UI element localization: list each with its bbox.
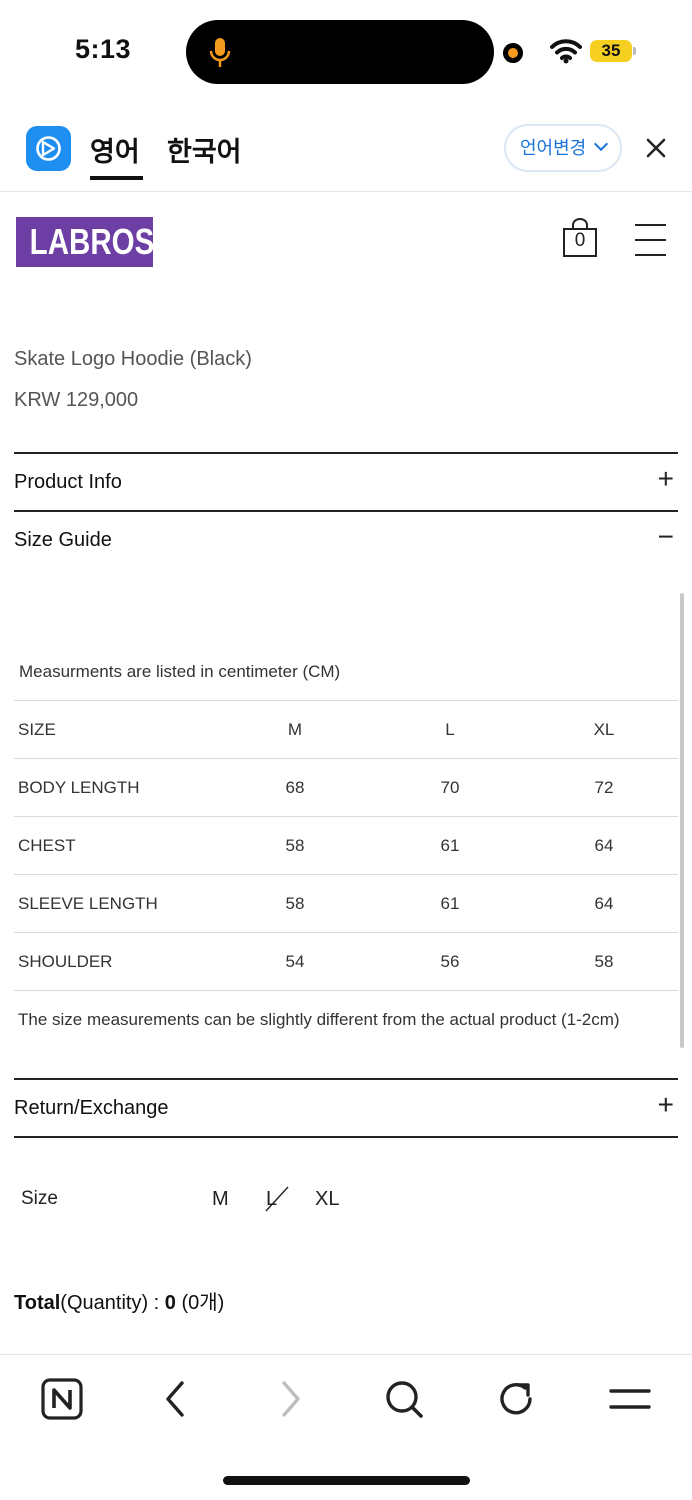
collapse-icon[interactable]: − [658, 523, 674, 551]
table-cell: 54 [220, 932, 370, 991]
change-language-button[interactable]: 언어변경 [504, 124, 622, 172]
table-header-cell: L [370, 700, 530, 759]
table-row: SHOULDER 54 56 58 [14, 932, 678, 991]
table-cell: 68 [220, 758, 370, 817]
forward-icon[interactable] [268, 1377, 312, 1421]
table-header-cell: SIZE [14, 700, 220, 759]
table-cell: BODY LENGTH [14, 758, 220, 817]
table-cell: SLEEVE LENGTH [14, 874, 220, 933]
cart-count: 0 [574, 230, 586, 251]
total-quantity-korean: (0개) [175, 1292, 225, 1314]
table-row: CHEST 58 61 64 [14, 816, 678, 875]
table-cell: 72 [530, 758, 678, 817]
translator-logo-icon [26, 126, 71, 171]
table-cell: 70 [370, 758, 530, 817]
total-label-rest: (Quantity) : [60, 1292, 165, 1314]
site-logo[interactable]: LABROS [16, 217, 154, 267]
scrollbar[interactable] [680, 593, 684, 1048]
table-cell: 56 [370, 932, 530, 991]
total-quantity: Total(Quantity) : 0 (0개) [14, 1286, 224, 1315]
tab-korean[interactable]: 한국어 [167, 130, 242, 169]
total-quantity-value: 0 [164, 1292, 176, 1314]
divider [14, 1136, 678, 1138]
table-cell: 58 [220, 874, 370, 933]
size-table: SIZE M L XL BODY LENGTH 68 70 72 CHEST 5… [14, 700, 678, 991]
table-header-cell: M [220, 700, 370, 759]
return-exchange-section[interactable]: Return/Exchange + [14, 1079, 678, 1137]
tab-english[interactable]: 영어 [90, 130, 140, 169]
menu-icon[interactable] [608, 1377, 652, 1421]
size-option-m[interactable]: M [212, 1188, 229, 1211]
size-option-xl[interactable]: XL [315, 1188, 339, 1211]
product-price: KRW 129,000 [14, 389, 139, 411]
table-cell: 58 [220, 816, 370, 875]
table-header-row: SIZE M L XL [14, 700, 678, 759]
chevron-down-icon [593, 136, 609, 152]
size-option-label: Size [21, 1188, 58, 1209]
table-cell: 58 [530, 932, 678, 991]
table-row: BODY LENGTH 68 70 72 [14, 758, 678, 817]
size-guide-section[interactable]: Size Guide − [14, 511, 678, 569]
status-time: 5:13 [75, 34, 132, 64]
home-indicator[interactable] [223, 1476, 470, 1485]
back-icon[interactable] [154, 1377, 198, 1421]
change-language-label: 언어변경 [520, 138, 587, 158]
total-label: Total [14, 1292, 61, 1314]
table-cell: 61 [370, 816, 530, 875]
hamburger-menu-icon[interactable] [635, 222, 666, 258]
product-info-title: Product Info [14, 471, 122, 493]
status-bar: 5:13 35 [0, 0, 692, 100]
refresh-icon[interactable] [494, 1377, 538, 1421]
table-cell: 61 [370, 874, 530, 933]
size-guide-note: Measurments are listed in centimeter (CM… [19, 662, 341, 681]
translator-bar: 영어 한국어 언어변경 [0, 110, 692, 192]
table-row: SLEEVE LENGTH 58 61 64 [14, 874, 678, 933]
camera-indicator-icon [503, 43, 523, 63]
battery-icon: 35 [590, 40, 636, 62]
wifi-icon [550, 39, 582, 64]
size-guide-title: Size Guide [14, 529, 112, 551]
naver-icon[interactable] [40, 1377, 84, 1421]
size-option-l-sold-out: L [264, 1183, 290, 1213]
dynamic-island [186, 20, 494, 84]
size-option-l-label: L [266, 1188, 278, 1210]
table-cell: SHOULDER [14, 932, 220, 991]
product-name: Skate Logo Hoodie (Black) [14, 348, 252, 370]
table-cell: CHEST [14, 816, 220, 875]
expand-icon[interactable]: + [658, 1091, 674, 1119]
return-exchange-title: Return/Exchange [14, 1097, 169, 1119]
table-cell: 64 [530, 874, 678, 933]
microphone-icon [209, 38, 231, 67]
table-cell: 64 [530, 816, 678, 875]
close-icon[interactable] [644, 136, 668, 160]
table-header-cell: XL [530, 700, 678, 759]
search-icon[interactable] [382, 1377, 426, 1421]
size-guide-footnote: The size measurements can be slightly di… [18, 1010, 620, 1029]
product-info-section[interactable]: Product Info + [14, 453, 678, 511]
expand-icon[interactable]: + [658, 465, 674, 493]
active-tab-indicator [90, 176, 143, 180]
